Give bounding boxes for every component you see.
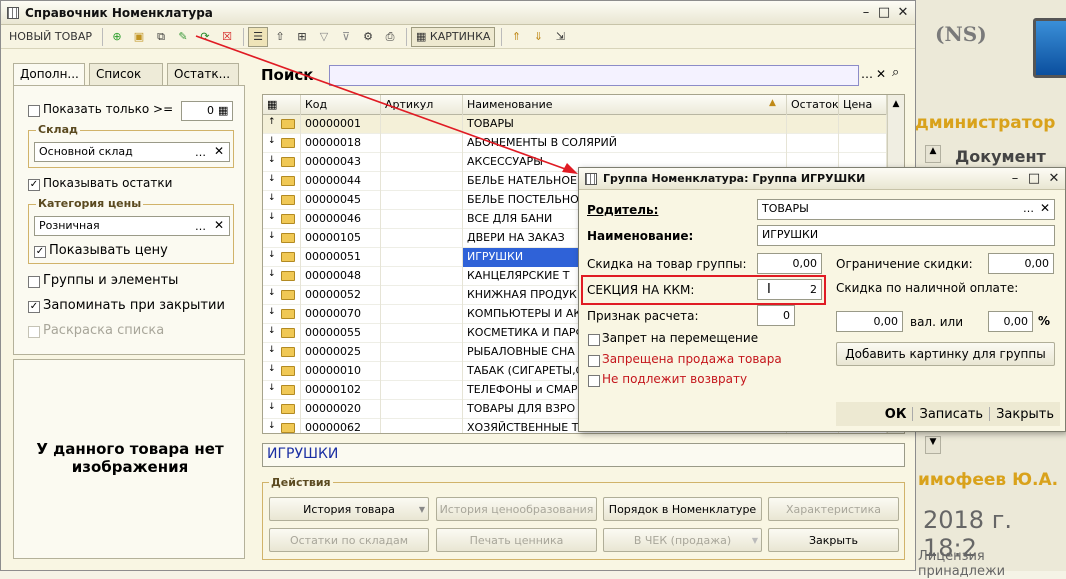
parent-field[interactable]: ТОВАРЫ [757,199,1055,220]
percent-field[interactable]: 0,00 [988,311,1033,332]
name-field[interactable]: ИГРУШКИ [757,225,1055,246]
no-sale-checkbox[interactable] [588,355,600,367]
no-move-label: Запрет на перемещение [602,331,759,345]
parent-select-button[interactable]: … [1023,202,1034,215]
dialog-maximize-button[interactable]: □ [1025,170,1043,188]
discount-label: Скидка на товар группы: [587,257,747,271]
percent-sign: % [1038,314,1051,328]
dialog-minimize-button[interactable]: – [1006,170,1024,188]
add-picture-button[interactable]: Добавить картинку для группы [836,342,1055,366]
val-or-label: вал. или [910,315,963,329]
name-label: Наименование: [587,229,694,243]
parent-clear-icon[interactable]: ✕ [1040,201,1050,215]
discount-field[interactable]: 0,00 [757,253,822,274]
dialog-footer-close-button[interactable]: Закрыть [990,407,1060,422]
dialog-close-button[interactable]: ✕ [1045,170,1063,188]
cash-discount-label: Скидка по наличной оплате: [836,281,1019,295]
cash-discount-field[interactable]: 0,00 [836,311,903,332]
dialog-footer: ОК Записать Закрыть [836,402,1060,426]
calc-sign-field[interactable]: 0 [757,305,795,326]
dialog-titlebar: Группа Номенклатура: Группа ИГРУШКИ – □ … [579,168,1065,190]
parent-label[interactable]: Родитель: [587,203,658,217]
save-button[interactable]: Записать [913,407,989,422]
no-move-checkbox[interactable] [588,334,600,346]
discount-limit-label: Ограничение скидки: [836,257,973,271]
text-cursor-icon: I [767,282,771,297]
section-label: СЕКЦИЯ НА ККМ: [587,283,695,297]
ok-button[interactable]: ОК [879,407,913,422]
dialog-title: Группа Номенклатура: Группа ИГРУШКИ [603,172,866,185]
no-return-checkbox[interactable] [588,375,600,387]
no-return-label: Не подлежит возврату [602,372,748,386]
discount-limit-field[interactable]: 0,00 [988,253,1054,274]
no-sale-label: Запрещена продажа товара [602,352,782,366]
group-dialog: Группа Номенклатура: Группа ИГРУШКИ – □ … [578,167,1066,432]
calc-sign-label: Признак расчета: [587,309,699,323]
dialog-app-icon [585,172,597,185]
